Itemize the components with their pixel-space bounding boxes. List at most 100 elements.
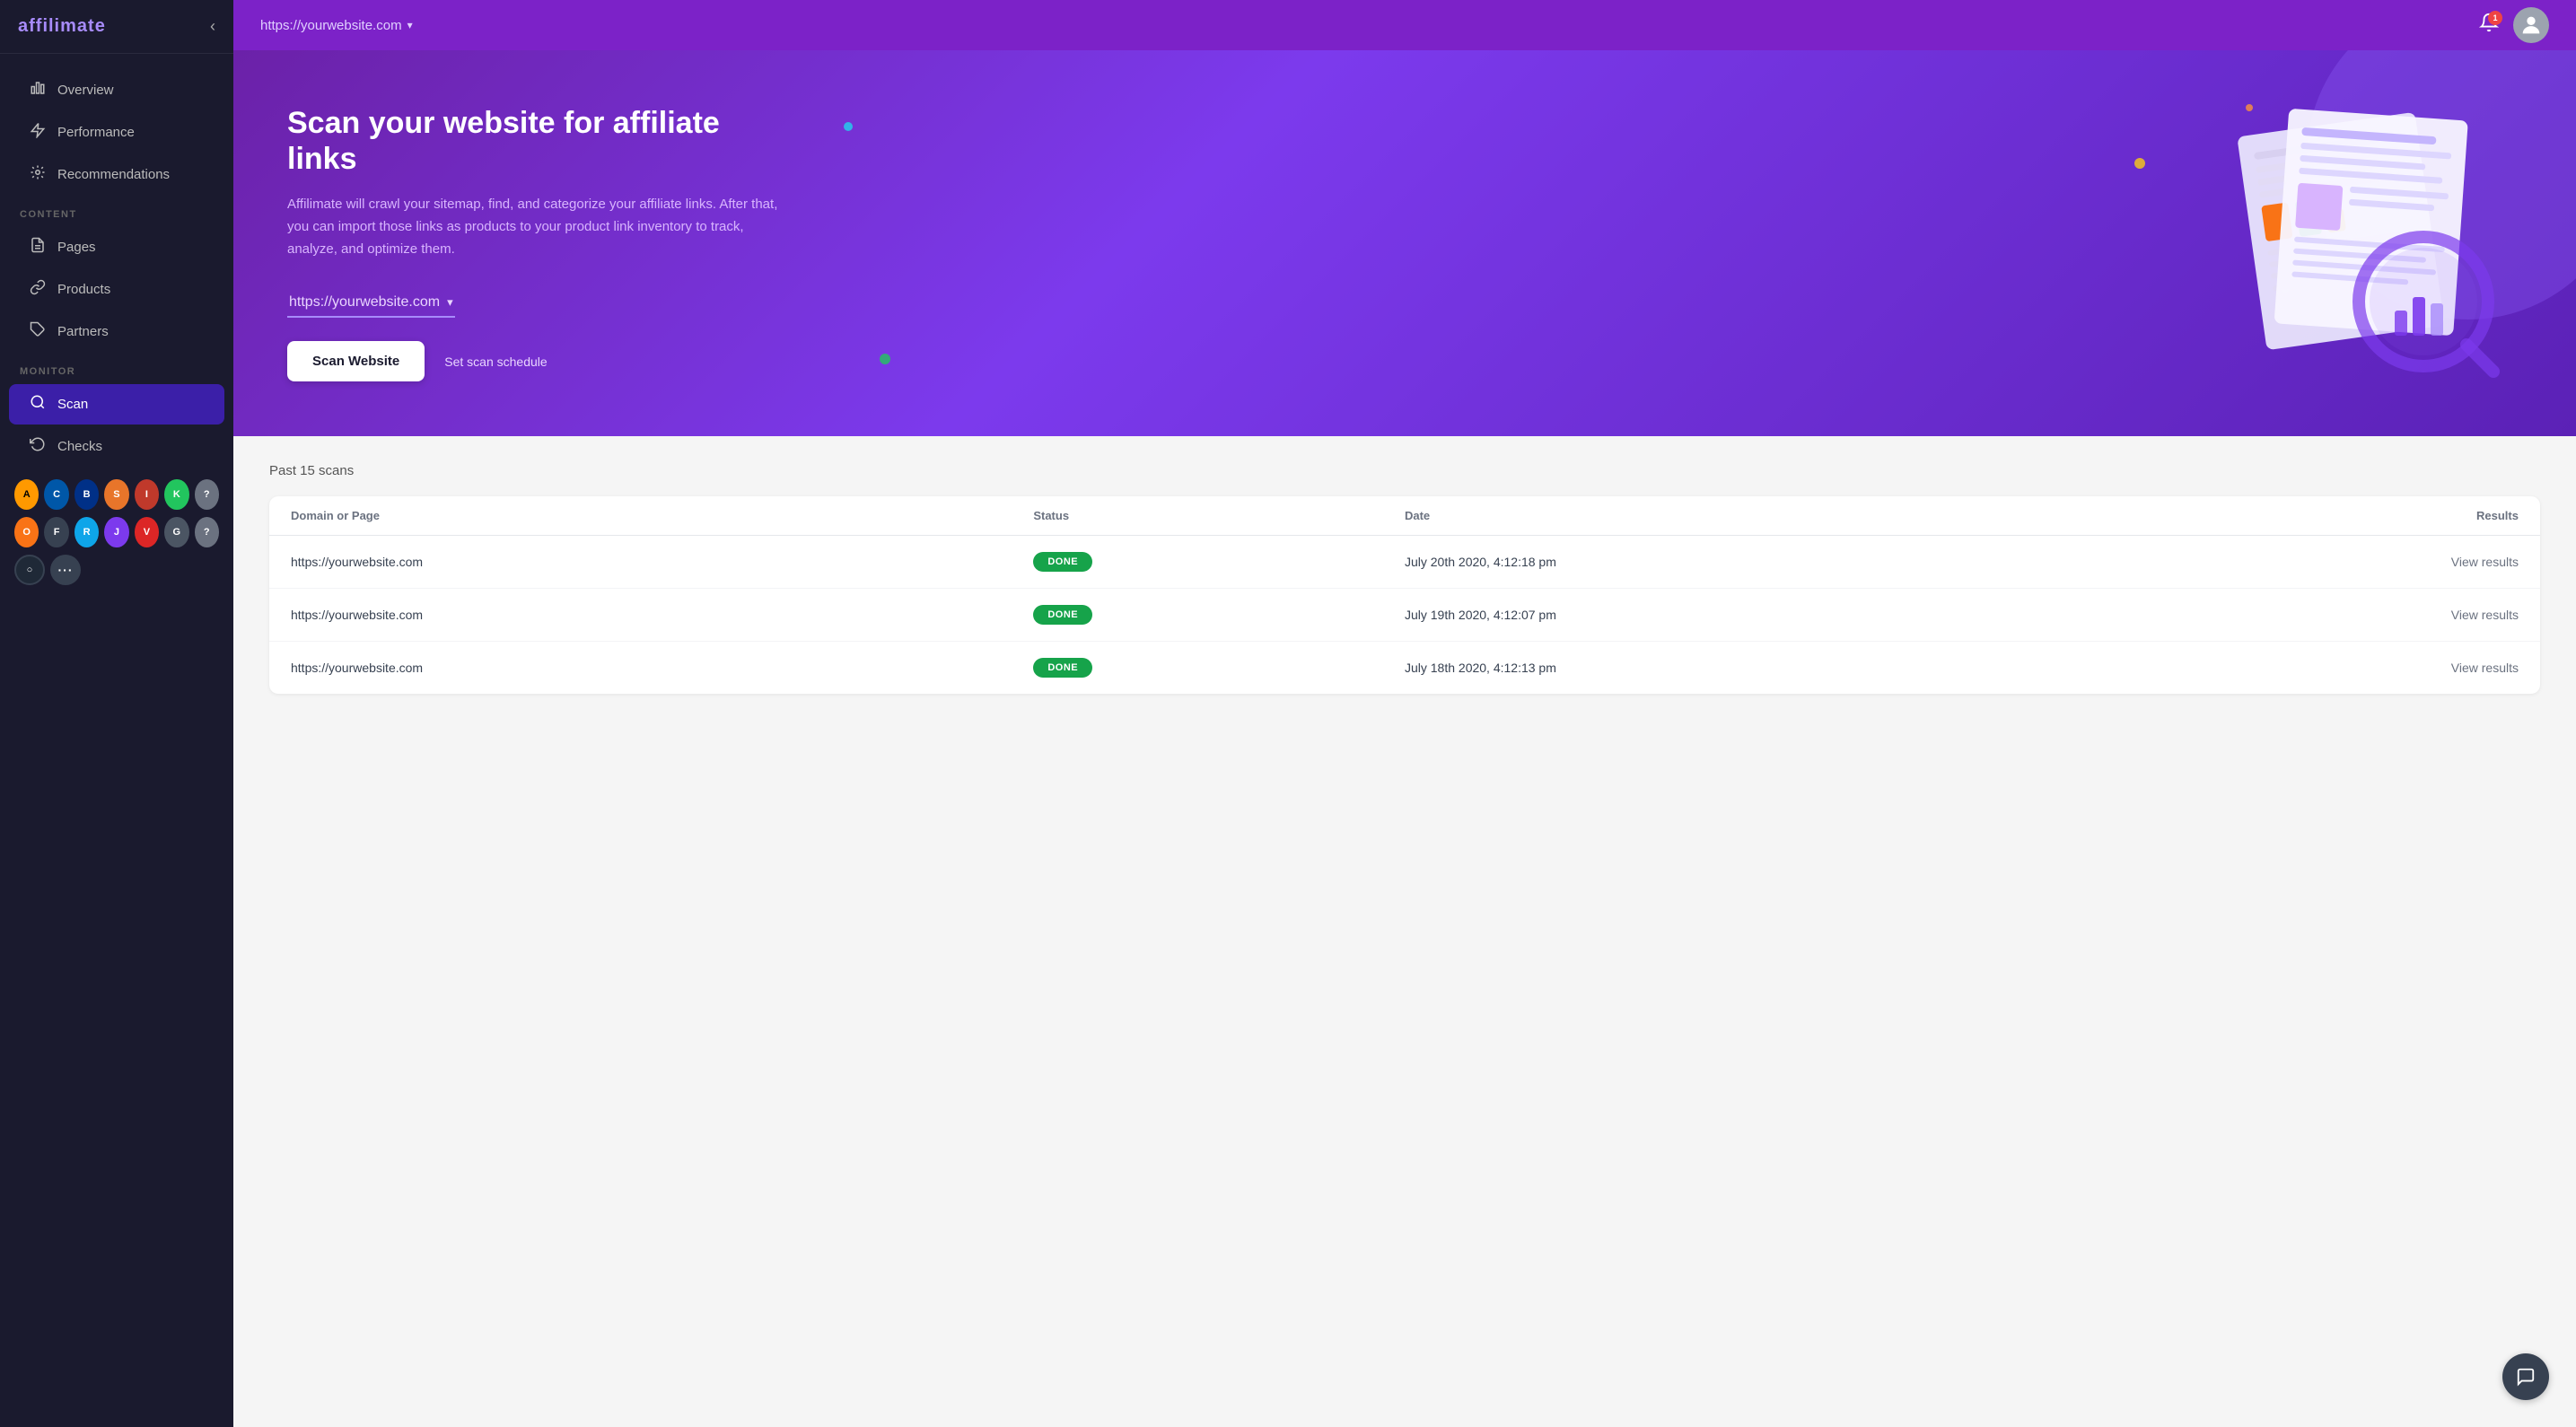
partner-badge-skimlinks[interactable]: K	[164, 479, 188, 510]
chart-icon	[29, 80, 47, 101]
view-results-link[interactable]: View results	[2147, 608, 2519, 622]
sidebar-item-performance[interactable]: Performance	[9, 112, 224, 153]
hero-illustration	[2181, 104, 2522, 382]
partner-badge-gray3[interactable]: G	[164, 517, 188, 547]
partners-row-1: A C B S I K ?	[14, 479, 219, 510]
table-row: https://yourwebsite.com DONE July 19th 2…	[269, 589, 2540, 642]
sidebar-item-label: Performance	[57, 125, 135, 140]
partner-badge-gray4[interactable]: ?	[195, 517, 219, 547]
partner-badge-amazon[interactable]: A	[14, 479, 39, 510]
partner-badge-orange[interactable]: O	[14, 517, 39, 547]
partner-badge-gray2[interactable]: F	[44, 517, 68, 547]
topbar-actions: 1	[2479, 7, 2549, 43]
scans-table: Domain or Page Status Date Results https…	[269, 496, 2540, 694]
pages-icon	[29, 237, 47, 258]
scans-table-header: Domain or Page Status Date Results	[269, 496, 2540, 536]
scans-section: Past 15 scans Domain or Page Status Date…	[233, 436, 2576, 1427]
hero-url-text: https://yourwebsite.com	[289, 294, 440, 311]
partner-badge-shareasale[interactable]: S	[104, 479, 128, 510]
col-status: Status	[1033, 509, 1405, 522]
chat-button[interactable]	[2502, 1353, 2549, 1400]
partner-badge-jrp[interactable]: J	[104, 517, 128, 547]
hero-banner: Scan your website for affiliate links Af…	[233, 50, 2576, 436]
notification-count: 1	[2488, 11, 2502, 25]
partner-badge-rupee[interactable]: R	[74, 517, 99, 547]
hero-title: Scan your website for affiliate links	[287, 105, 790, 179]
sidebar-header: affilimate ‹	[0, 0, 233, 54]
content-section-label: CONTENT	[0, 197, 233, 225]
avatar[interactable]	[2513, 7, 2549, 43]
link-icon	[29, 279, 47, 300]
partner-badge-unknown1[interactable]: ?	[195, 479, 219, 510]
chevron-down-icon: ▾	[407, 19, 413, 31]
row-domain: https://yourwebsite.com	[291, 608, 1033, 622]
sidebar: affilimate ‹ Overview Performance Recomm…	[0, 0, 233, 1427]
done-badge: DONE	[1033, 552, 1092, 572]
col-date: Date	[1405, 509, 2147, 522]
partner-badge-cj[interactable]: C	[44, 479, 68, 510]
partner-badge-bb[interactable]: B	[74, 479, 99, 510]
partner-badge-impact[interactable]: I	[135, 479, 159, 510]
sidebar-item-scan[interactable]: Scan	[9, 384, 224, 425]
logo: affilimate	[18, 16, 106, 37]
partner-badge-dots[interactable]: ···	[50, 555, 81, 585]
sidebar-item-label: Checks	[57, 439, 102, 454]
hero-actions: Scan Website Set scan schedule	[287, 341, 790, 381]
table-row: https://yourwebsite.com DONE July 18th 2…	[269, 642, 2540, 694]
view-results-link[interactable]: View results	[2147, 555, 2519, 569]
monitor-section-label: MONITOR	[0, 354, 233, 382]
done-badge: DONE	[1033, 605, 1092, 625]
sidebar-nav: Overview Performance Recommendations CON…	[0, 54, 233, 610]
chevron-down-icon: ▾	[447, 295, 453, 310]
topbar-url-text: https://yourwebsite.com	[260, 18, 402, 33]
row-date: July 19th 2020, 4:12:07 pm	[1405, 608, 2147, 622]
sidebar-item-label: Scan	[57, 397, 88, 412]
col-domain: Domain or Page	[291, 509, 1033, 522]
hero-url-row: https://yourwebsite.com ▾	[287, 289, 790, 318]
scan-illustration	[2181, 104, 2522, 382]
sidebar-item-partners[interactable]: Partners	[9, 311, 224, 352]
status-badge: DONE	[1033, 658, 1405, 678]
sidebar-item-label: Recommendations	[57, 167, 170, 182]
view-results-link[interactable]: View results	[2147, 661, 2519, 675]
partner-badge-red[interactable]: V	[135, 517, 159, 547]
row-date: July 18th 2020, 4:12:13 pm	[1405, 661, 2147, 675]
partner-badge-circle[interactable]: ○	[14, 555, 45, 585]
scans-section-title: Past 15 scans	[269, 463, 2540, 478]
status-badge: DONE	[1033, 552, 1405, 572]
search-icon	[29, 394, 47, 415]
sidebar-item-pages[interactable]: Pages	[9, 227, 224, 267]
sidebar-item-products[interactable]: Products	[9, 269, 224, 310]
sidebar-item-label: Overview	[57, 83, 114, 98]
notifications-button[interactable]: 1	[2479, 13, 2499, 38]
topbar-url-selector[interactable]: https://yourwebsite.com ▾	[260, 18, 413, 33]
partners-row-3: ○ ···	[14, 555, 219, 585]
lightning-icon	[29, 122, 47, 143]
tag-icon	[29, 321, 47, 342]
hero-left: Scan your website for affiliate links Af…	[287, 105, 790, 382]
scan-website-button[interactable]: Scan Website	[287, 341, 425, 381]
done-badge: DONE	[1033, 658, 1092, 678]
hero-url-selector[interactable]: https://yourwebsite.com ▾	[287, 289, 455, 318]
row-domain: https://yourwebsite.com	[291, 661, 1033, 675]
status-badge: DONE	[1033, 605, 1405, 625]
sidebar-item-overview[interactable]: Overview	[9, 70, 224, 110]
sidebar-item-label: Products	[57, 282, 110, 297]
row-domain: https://yourwebsite.com	[291, 555, 1033, 569]
main-content: https://yourwebsite.com ▾ 1 Scan your we…	[233, 0, 2576, 1427]
partners-grid: A C B S I K ? O F R J V G ? ○ ···	[0, 468, 233, 596]
collapse-button[interactable]: ‹	[210, 17, 215, 36]
sidebar-item-checks[interactable]: Checks	[9, 426, 224, 467]
sidebar-item-label: Pages	[57, 240, 96, 255]
star-icon	[29, 164, 47, 185]
row-date: July 20th 2020, 4:12:18 pm	[1405, 555, 2147, 569]
hero-description: Affilimate will crawl your sitemap, find…	[287, 194, 790, 260]
set-scan-schedule-button[interactable]: Set scan schedule	[444, 355, 547, 369]
topbar: https://yourwebsite.com ▾ 1	[233, 0, 2576, 50]
table-row: https://yourwebsite.com DONE July 20th 2…	[269, 536, 2540, 589]
refresh-icon	[29, 436, 47, 457]
sidebar-item-label: Partners	[57, 324, 109, 339]
col-results: Results	[2147, 509, 2519, 522]
partners-row-2: O F R J V G ?	[14, 517, 219, 547]
sidebar-item-recommendations[interactable]: Recommendations	[9, 154, 224, 195]
